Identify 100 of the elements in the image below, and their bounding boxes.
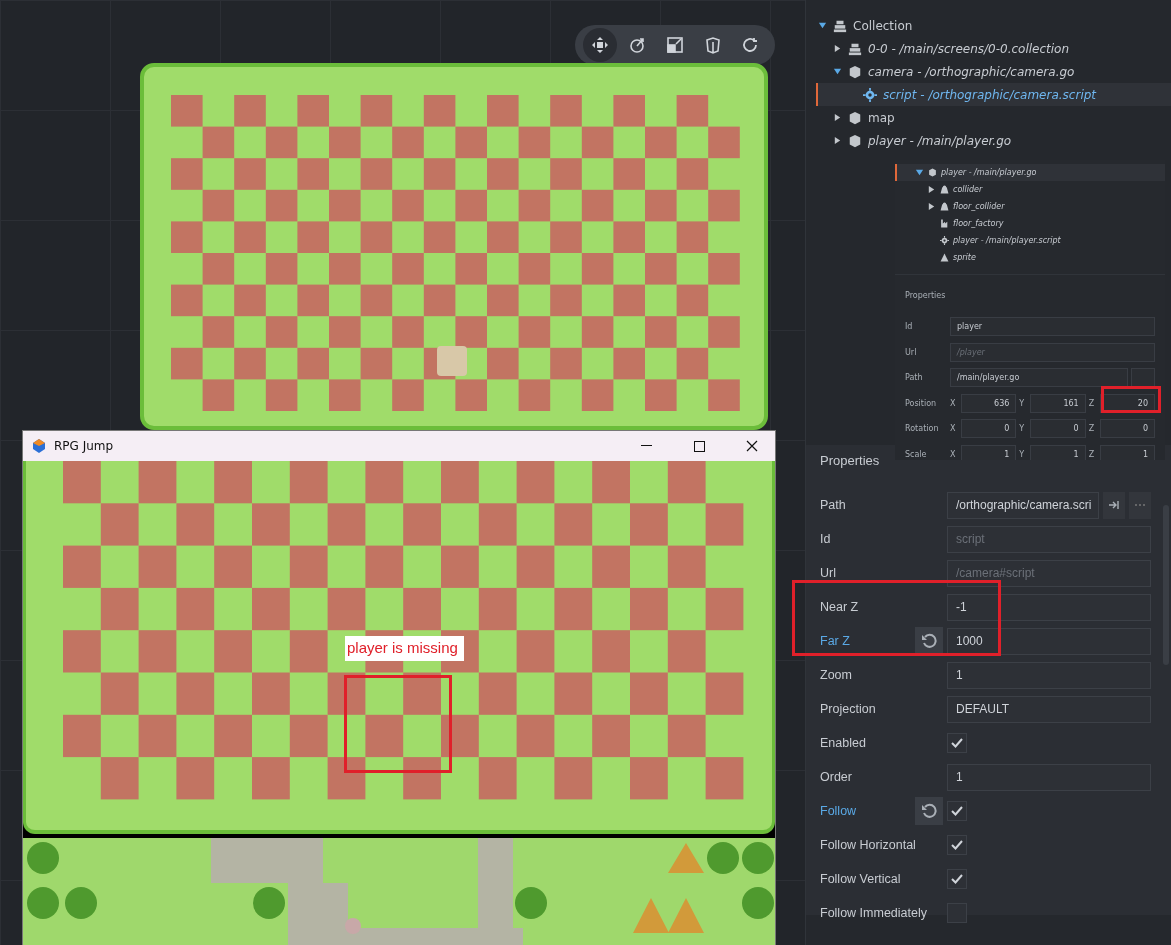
window-title: RPG Jump xyxy=(54,439,115,453)
item-label: sprite xyxy=(953,253,976,262)
axis-label: Z xyxy=(1088,449,1096,459)
tree-item[interactable]: player - /main/player.go xyxy=(895,164,1165,181)
item-label: floor_factory xyxy=(953,219,1004,228)
checkbox[interactable] xyxy=(947,869,967,889)
number-field[interactable]: 161 xyxy=(1030,393,1086,413)
property-label: Far Z xyxy=(820,633,850,649)
item-label: collider xyxy=(953,185,983,194)
cube-icon xyxy=(848,64,862,79)
property-label: Id xyxy=(820,531,831,547)
checkbox[interactable] xyxy=(947,835,967,855)
open-file-button[interactable] xyxy=(1103,491,1125,519)
item-label: Collection xyxy=(853,18,913,33)
checkbox[interactable] xyxy=(947,903,967,923)
axis-label: Z xyxy=(1088,398,1096,408)
number-field[interactable]: 636 xyxy=(961,393,1017,413)
item-label: 0-0 - /main/screens/0-0.collection xyxy=(868,41,1070,56)
number-field[interactable]: 1 xyxy=(961,444,1017,460)
tree-item[interactable]: floor_factory xyxy=(895,215,1165,232)
tree-item[interactable]: player - /main/player.script xyxy=(895,232,1165,249)
rotate-tool-icon xyxy=(628,36,647,54)
text-field[interactable]: 1 xyxy=(947,763,1151,791)
axis-label: X xyxy=(950,424,957,434)
text-field[interactable]: -1 xyxy=(947,593,1151,621)
gear-icon xyxy=(863,87,877,102)
property-label: Scale xyxy=(905,449,928,459)
number-field[interactable]: 0 xyxy=(961,419,1017,439)
collapsed-arrow-icon[interactable] xyxy=(927,185,936,194)
text-field[interactable]: /main/player.go xyxy=(950,368,1128,388)
expanded-arrow-icon[interactable] xyxy=(818,21,827,30)
text-field[interactable]: 1000 xyxy=(947,627,1151,655)
axis-label: X xyxy=(950,449,957,459)
property-label: Follow Vertical xyxy=(820,871,901,887)
annotation-label: player is missing xyxy=(345,636,464,661)
triangle-icon xyxy=(940,253,949,262)
item-label: camera - /orthographic/camera.go xyxy=(868,64,1075,79)
collapsed-arrow-icon[interactable] xyxy=(833,136,842,145)
item-label: player - /main/player.script xyxy=(953,236,1061,245)
collapsed-arrow-icon[interactable] xyxy=(833,44,842,53)
property-label: Url xyxy=(820,565,836,581)
reset-button[interactable] xyxy=(915,627,943,655)
axis-label: X xyxy=(950,398,957,408)
stack-icon xyxy=(848,41,862,56)
text-field[interactable]: 1 xyxy=(947,661,1151,689)
reset-icon xyxy=(921,803,937,819)
property-label: Follow Immediately xyxy=(820,905,927,921)
text-field[interactable]: /orthographic/camera.scri xyxy=(947,491,1099,519)
property-label: Near Z xyxy=(820,599,859,615)
checkbox[interactable] xyxy=(947,733,967,753)
property-label: Position xyxy=(905,398,938,408)
number-field[interactable]: 1 xyxy=(1030,444,1086,460)
highlight-frame xyxy=(1101,386,1161,413)
axis-label: Y xyxy=(1019,424,1026,434)
app-icon xyxy=(31,438,47,454)
cube-icon xyxy=(848,110,862,125)
jump-to-icon xyxy=(1108,500,1120,510)
scale-tool-icon xyxy=(666,36,684,54)
property-label: Enabled xyxy=(820,735,866,751)
cube-icon xyxy=(928,168,937,177)
property-label: Projection xyxy=(820,701,876,717)
number-field[interactable]: 1 xyxy=(1099,444,1155,460)
tree-item[interactable]: sprite xyxy=(895,249,1165,266)
text-field[interactable]: DEFAULT xyxy=(947,695,1151,723)
reset-icon xyxy=(921,633,937,649)
tree-item[interactable]: script - /orthographic/camera.script xyxy=(816,83,1171,106)
tree-item[interactable]: map xyxy=(816,106,1171,129)
collapsed-arrow-icon[interactable] xyxy=(927,202,936,211)
axis-label: Z xyxy=(1088,424,1096,434)
cube-icon xyxy=(848,133,862,148)
checkmark-icon xyxy=(951,806,963,816)
tree-item[interactable]: Collection xyxy=(816,14,1171,37)
property-label: Path xyxy=(905,373,924,383)
number-field[interactable]: 0 xyxy=(1099,419,1155,439)
property-label: Follow Horizontal xyxy=(820,837,916,853)
text-field[interactable]: player xyxy=(950,317,1155,337)
checkbox[interactable] xyxy=(947,801,967,821)
perspective-tool-icon xyxy=(703,36,722,54)
tree-item[interactable]: collider xyxy=(895,181,1165,198)
factory-icon xyxy=(940,219,949,228)
number-field[interactable]: 0 xyxy=(1030,419,1086,439)
axis-label: Y xyxy=(1019,449,1026,459)
tree-item[interactable]: player - /main/player.go xyxy=(816,129,1171,152)
property-label: Rotation xyxy=(905,424,940,434)
item-label: player - /main/player.go xyxy=(941,168,1037,177)
expanded-arrow-icon[interactable] xyxy=(833,67,842,76)
move-tool-icon xyxy=(590,36,609,54)
tree-item[interactable]: floor_collider xyxy=(895,198,1165,215)
tree-item[interactable]: camera - /orthographic/camera.go xyxy=(816,60,1171,83)
collapsed-arrow-icon[interactable] xyxy=(833,113,842,122)
tree-item[interactable]: 0-0 - /main/screens/0-0.collection xyxy=(816,37,1171,60)
close-icon xyxy=(746,440,758,452)
reset-button[interactable] xyxy=(915,797,943,825)
move-tool-button[interactable] xyxy=(582,28,617,62)
expanded-arrow-icon[interactable] xyxy=(915,168,924,177)
property-label: Zoom xyxy=(820,667,852,683)
checkmark-icon xyxy=(951,738,963,748)
checkmark-icon xyxy=(951,874,963,884)
character-sprite xyxy=(437,346,467,376)
properties-heading: Properties xyxy=(895,274,1165,314)
